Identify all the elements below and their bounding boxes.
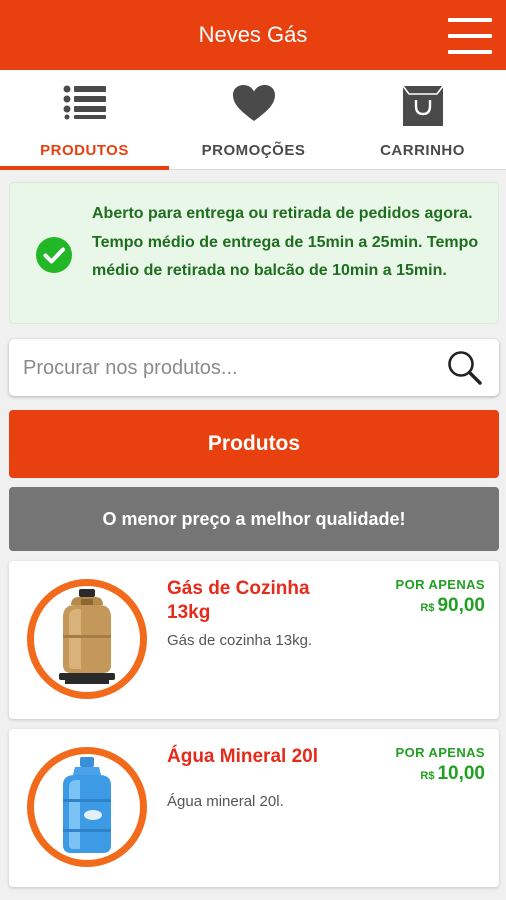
tab-produtos[interactable]: PRODUTOS (0, 70, 169, 170)
promo-banner: O menor preço a melhor qualidade! (9, 487, 499, 551)
product-card[interactable]: Água Mineral 20l Água mineral 20l. POR A… (9, 729, 499, 887)
product-name: Água Mineral 20l (167, 746, 318, 767)
price-value: 90,00 (437, 595, 485, 616)
search-input[interactable] (23, 353, 423, 383)
app-title: Neves Gás (198, 22, 308, 47)
price-currency: R$ (420, 602, 435, 614)
product-card[interactable]: Gás de Cozinha 13kg Gás de cozinha 13kg.… (9, 561, 499, 719)
check-circle-icon (36, 237, 72, 273)
price-label: POR APENAS (395, 577, 485, 592)
app-header: Neves Gás (0, 0, 506, 70)
heart-icon (232, 85, 275, 121)
product-price: R$ 10,00 (420, 763, 485, 785)
price-value: 10,00 (437, 763, 485, 784)
hamburger-menu-icon[interactable] (448, 18, 492, 54)
tab-carrinho[interactable]: CARRINHO (338, 70, 506, 169)
tab-carrinho-label: CARRINHO (380, 142, 465, 159)
price-label: POR APENAS (395, 745, 485, 760)
search-bar (9, 339, 499, 396)
product-description: Gás de cozinha 13kg. (167, 632, 313, 649)
notice-text: Aberto para entrega ou retirada de pedid… (92, 205, 479, 279)
shopping-bag-icon (401, 85, 444, 126)
water-gallon-icon (27, 747, 147, 867)
search-icon[interactable] (445, 348, 485, 388)
tab-promocoes-label: PROMOÇÕES (201, 142, 306, 159)
tab-bar: PRODUTOS PROMOÇÕES CARRINHO (0, 70, 506, 170)
product-description: Água mineral 20l. (167, 793, 284, 810)
produtos-section-button[interactable]: Produtos (9, 410, 499, 478)
price-currency: R$ (420, 770, 435, 782)
tab-produtos-label: PRODUTOS (40, 142, 129, 159)
product-price: R$ 90,00 (420, 595, 485, 617)
tab-promocoes[interactable]: PROMOÇÕES (169, 70, 338, 169)
store-status-notice: Aberto para entrega ou retirada de pedid… (9, 182, 499, 324)
product-name: Gás de Cozinha 13kg (167, 578, 310, 623)
list-icon (63, 85, 106, 120)
gas-cylinder-icon (27, 579, 147, 699)
